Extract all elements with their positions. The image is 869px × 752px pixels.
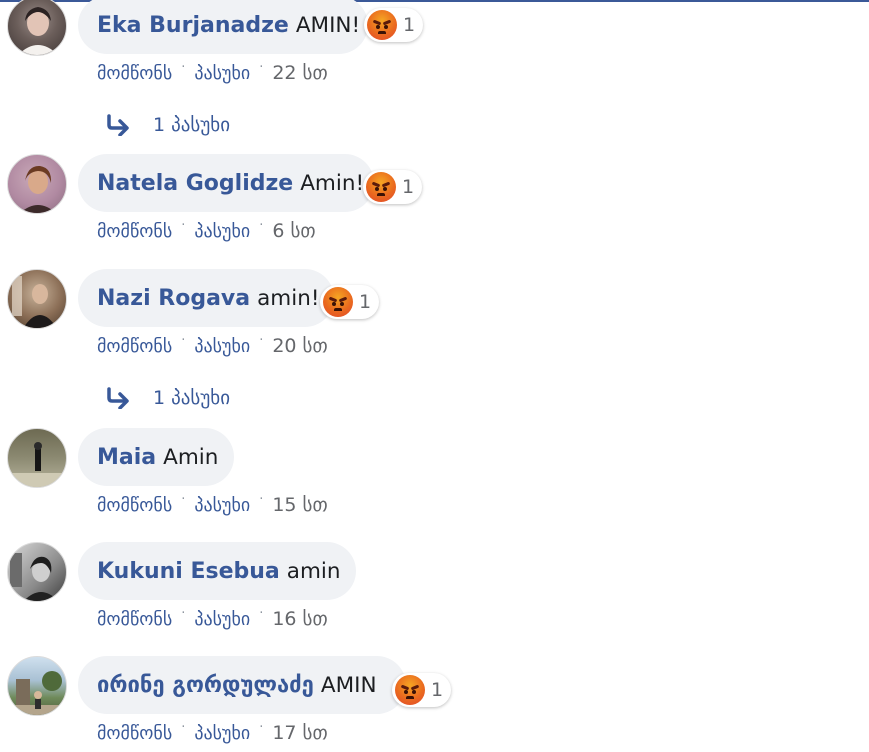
comment-author[interactable]: Maia: [97, 445, 156, 470]
like-link[interactable]: მომწონს: [97, 609, 172, 630]
dot-separator: ·: [181, 332, 186, 348]
comment-text: amin: [286, 558, 341, 584]
comment-time[interactable]: 15 სთ: [272, 494, 327, 516]
dot-separator: ·: [181, 217, 186, 233]
comment-actions: მომწონს · პასუხი · 17 სთ: [97, 719, 328, 745]
angry-icon: [367, 10, 397, 40]
avatar[interactable]: [7, 542, 67, 602]
like-link[interactable]: მომწონს: [97, 495, 172, 516]
reply-link[interactable]: პასუხი: [194, 495, 250, 516]
comment-time[interactable]: 16 სთ: [272, 608, 327, 630]
replies-label: 1 პასუხი: [153, 114, 231, 136]
comment-actions: მომწონს · პასუხი · 15 სთ: [97, 491, 328, 517]
comment-author[interactable]: Kukuni Esebua: [97, 559, 280, 584]
reaction-count: 1: [402, 176, 415, 198]
reaction-badge[interactable]: 1: [364, 8, 424, 42]
comment-text: AMIN!: [295, 12, 361, 38]
like-link[interactable]: მომწონს: [97, 336, 172, 357]
angry-icon: [323, 287, 353, 317]
comment-time[interactable]: 20 სთ: [272, 335, 327, 357]
reaction-count: 1: [359, 291, 372, 313]
reaction-badge[interactable]: 1: [363, 170, 423, 204]
comment-actions: მომწონს · პასუხი · 6 სთ: [97, 217, 316, 243]
reply-link[interactable]: პასუხი: [194, 609, 250, 630]
angry-icon: [395, 675, 425, 705]
comment-time[interactable]: 6 სთ: [272, 220, 315, 242]
comment-bubble: Nazi Rogava amin!: [78, 269, 334, 327]
comment-bubble: Natela Goglidze Amin!: [78, 154, 374, 212]
comment-author[interactable]: ირინე გორდულაძე: [97, 673, 314, 698]
avatar[interactable]: [7, 269, 67, 329]
reply-link[interactable]: პასუხი: [194, 336, 250, 357]
comment-actions: მომწონს · პასუხი · 22 სთ: [97, 59, 328, 85]
comment-bubble: ირინე გორდულაძე AMIN: [78, 656, 406, 714]
comment-text: amin!: [257, 285, 320, 311]
comment-author[interactable]: Eka Burjanadze: [97, 13, 289, 38]
reaction-count: 1: [403, 14, 416, 36]
comment-time[interactable]: 17 სთ: [272, 722, 327, 744]
like-link[interactable]: მომწონს: [97, 221, 172, 242]
replies-label: 1 პასუხი: [153, 387, 231, 409]
reaction-badge[interactable]: 1: [392, 673, 452, 707]
reply-link[interactable]: პასუხი: [194, 221, 250, 242]
dot-separator: ·: [259, 332, 264, 348]
view-replies-link[interactable]: 1 პასუხი: [106, 387, 230, 409]
dot-separator: ·: [181, 605, 186, 621]
dot-separator: ·: [259, 719, 264, 735]
comment-actions: მომწონს · პასუხი · 20 სთ: [97, 332, 328, 358]
avatar[interactable]: [7, 154, 67, 214]
comment-bubble: Maia Amin: [78, 428, 234, 486]
reply-arrow-icon: [107, 387, 129, 409]
like-link[interactable]: მომწონს: [97, 63, 172, 84]
comment-text: Amin: [163, 444, 219, 470]
avatar[interactable]: [7, 0, 67, 56]
reaction-badge[interactable]: 1: [320, 285, 380, 319]
comment-bubble: Kukuni Esebua amin: [78, 542, 356, 600]
comment-author[interactable]: Nazi Rogava: [97, 286, 250, 311]
avatar[interactable]: [7, 428, 67, 488]
avatar[interactable]: [7, 656, 67, 716]
comment-bubble: Eka Burjanadze AMIN!: [78, 0, 368, 54]
dot-separator: ·: [181, 59, 186, 75]
dot-separator: ·: [259, 217, 264, 233]
angry-icon: [366, 172, 396, 202]
comment-text: Amin!: [300, 170, 365, 196]
comment-text: AMIN: [320, 672, 377, 698]
view-replies-link[interactable]: 1 პასუხი: [106, 114, 230, 136]
comment-author[interactable]: Natela Goglidze: [97, 171, 293, 196]
comment-time[interactable]: 22 სთ: [272, 62, 327, 84]
dot-separator: ·: [181, 719, 186, 735]
reply-link[interactable]: პასუხი: [194, 63, 250, 84]
dot-separator: ·: [259, 605, 264, 621]
reply-link[interactable]: პასუხი: [194, 723, 250, 744]
dot-separator: ·: [259, 59, 264, 75]
reply-arrow-icon: [107, 114, 129, 136]
like-link[interactable]: მომწონს: [97, 723, 172, 744]
dot-separator: ·: [259, 491, 264, 507]
reaction-count: 1: [431, 679, 444, 701]
dot-separator: ·: [181, 491, 186, 507]
comment-actions: მომწონს · პასუხი · 16 სთ: [97, 605, 328, 631]
